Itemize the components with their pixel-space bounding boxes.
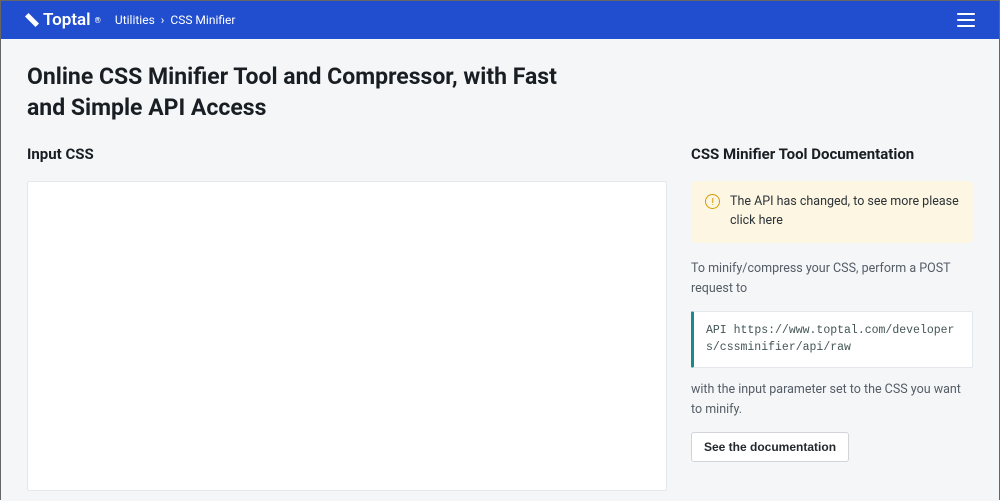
api-url: https://www.toptal.com/developers/cssmin… — [706, 324, 954, 355]
menu-icon[interactable] — [957, 13, 975, 27]
docs-para-2: with the input parameter set to the CSS … — [691, 380, 973, 420]
page-body: Online CSS Minifier Tool and Compressor,… — [1, 39, 999, 501]
columns: Input CSS CSS Minifier Tool Documentatio… — [27, 145, 973, 491]
api-endpoint: API https://www.toptal.com/developers/cs… — [691, 311, 973, 369]
top-bar: Toptal ® Utilities › CSS Minifier — [1, 1, 999, 39]
notice-text: The API has changed, to see more please … — [730, 193, 959, 231]
input-heading: Input CSS — [27, 145, 667, 163]
topbar-left: Toptal ® Utilities › CSS Minifier — [25, 10, 235, 30]
crumb-current[interactable]: CSS Minifier — [170, 13, 235, 27]
input-column: Input CSS — [27, 145, 667, 491]
docs-heading: CSS Minifier Tool Documentation — [691, 145, 973, 163]
breadcrumb: Utilities › CSS Minifier — [115, 13, 236, 27]
css-input[interactable] — [27, 181, 667, 491]
toptal-icon — [25, 13, 39, 27]
docs-para-1: To minify/compress your CSS, perform a P… — [691, 259, 973, 299]
brand-logo[interactable]: Toptal ® — [25, 10, 101, 30]
docs-column: CSS Minifier Tool Documentation The API … — [691, 145, 973, 491]
api-change-notice: The API has changed, to see more please … — [691, 181, 973, 243]
crumb-utilities[interactable]: Utilities — [115, 13, 155, 27]
brand-name: Toptal — [43, 10, 91, 30]
crumb-separator: › — [161, 13, 165, 27]
notice-link[interactable]: here — [759, 213, 783, 228]
brand-suffix: ® — [95, 16, 101, 25]
page-title: Online CSS Minifier Tool and Compressor,… — [27, 61, 587, 123]
warning-icon — [705, 194, 720, 209]
see-documentation-button[interactable]: See the documentation — [691, 432, 849, 462]
